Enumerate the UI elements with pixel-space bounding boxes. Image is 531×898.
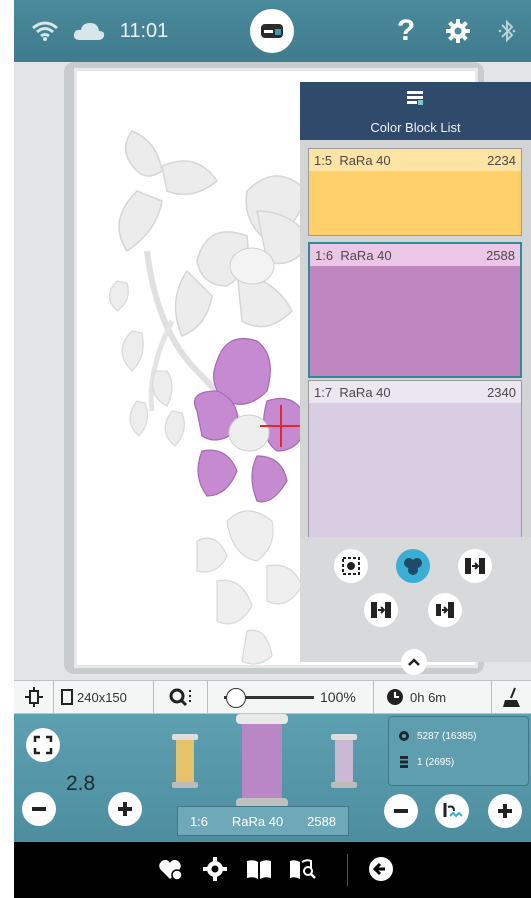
block-thread: RaRa 40 — [339, 152, 391, 168]
block-stitches: 2340 — [487, 384, 516, 400]
color-block-1-7[interactable]: 1:7 RaRa 40 2340 — [308, 380, 522, 538]
stitch-back-button[interactable] — [384, 794, 418, 828]
color-stack-icon — [400, 756, 408, 768]
color-count-row: 1 (2695) — [397, 755, 454, 769]
stitch-forward-button[interactable] — [488, 794, 522, 828]
panel-title: Color Block List — [370, 120, 461, 135]
settings-icon[interactable] — [198, 852, 232, 886]
info-bar: 240x150 100% 0h 6m — [14, 680, 531, 714]
zoom-slider[interactable]: 100% — [208, 681, 374, 713]
merge-icon[interactable] — [458, 549, 492, 583]
hoop-size-label: 240x150 — [77, 689, 127, 705]
collapse-panel-button[interactable] — [401, 649, 427, 675]
select-area-icon[interactable] — [334, 549, 368, 583]
previous-thread-spool[interactable] — [168, 734, 202, 790]
zoom-slider-handle[interactable] — [226, 688, 246, 708]
clock-icon — [387, 689, 403, 705]
stitch-total: 5287 (16385) — [417, 730, 477, 742]
nav-divider — [347, 854, 348, 886]
split-right-icon[interactable] — [428, 593, 462, 627]
block-label: 1:6 — [315, 247, 334, 263]
color-count: 1 (2695) — [417, 756, 455, 768]
color-blocks-icon[interactable] — [396, 549, 430, 583]
favorites-icon[interactable] — [154, 852, 188, 886]
color-block-header: 1:5 RaRa 40 2234 — [309, 149, 521, 171]
block-stitches: 2588 — [486, 247, 515, 263]
block-stitches: 2234 — [487, 152, 516, 168]
sew-time-label: 0h 6m — [410, 689, 447, 705]
broom-icon[interactable] — [492, 681, 531, 713]
zoom-in-button[interactable] — [108, 792, 142, 826]
stitch-count-box: 5287 (16385) 1 (2695) — [388, 716, 529, 786]
block-label: 1:7 — [314, 384, 333, 400]
zoom-out-button[interactable] — [22, 792, 56, 826]
color-block-1-5[interactable]: 1:5 RaRa 40 2234 — [308, 148, 522, 236]
color-block-list-header[interactable]: Color Block List — [300, 82, 531, 140]
zoom-percent-label: 100% — [320, 689, 356, 705]
color-block-header: 1:7 RaRa 40 2340 — [309, 381, 521, 403]
color-block-1-6[interactable]: 1:6 RaRa 40 2588 — [308, 242, 522, 378]
book-search-icon[interactable] — [286, 852, 320, 886]
help-icon[interactable]: ? — [389, 0, 423, 62]
wifi-icon[interactable] — [30, 0, 60, 62]
bottom-nav — [14, 842, 531, 898]
cloud-icon[interactable] — [71, 0, 107, 62]
book-icon[interactable] — [242, 852, 276, 886]
clock-time: 11:01 — [119, 19, 169, 42]
bluetooth-icon[interactable] — [492, 0, 522, 62]
gear-icon — [399, 731, 409, 741]
zoom-options-icon[interactable] — [154, 681, 208, 713]
hoop-position-icon[interactable] — [14, 681, 54, 713]
color-block-header: 1:6 RaRa 40 2588 — [310, 244, 520, 266]
machine-icon[interactable] — [250, 9, 294, 53]
hoop-icon — [61, 689, 73, 705]
zoom-value: 2.8 — [66, 772, 96, 795]
hoop-size[interactable]: 240x150 — [54, 681, 154, 713]
block-thread: RaRa 40 — [339, 384, 391, 400]
thread-name: RaRa 40 — [231, 813, 284, 829]
status-bar: 11:01 ? — [14, 0, 531, 62]
controls-area: 2.8 1:6 RaRa 40 2588 5287 (16385) 1 (269… — [14, 714, 531, 842]
thread-stitches: 2588 — [307, 813, 337, 829]
back-icon[interactable] — [364, 852, 398, 886]
sew-time: 0h 6m — [374, 681, 492, 713]
thread-label: 1:6 — [189, 813, 209, 829]
list-icon — [407, 91, 423, 105]
settings-icon[interactable] — [441, 0, 475, 62]
color-block-tools — [300, 537, 531, 675]
current-thread-spool[interactable] — [232, 714, 292, 810]
stitch-total-row: 5287 (16385) — [397, 729, 477, 743]
embroidery-app-screen: 11:01 ? Color Block List 1:5 RaRa 40 223… — [14, 0, 531, 898]
next-thread-spool[interactable] — [327, 734, 361, 790]
current-thread-info: 1:6 RaRa 40 2588 — [177, 806, 349, 836]
block-thread: RaRa 40 — [340, 247, 392, 263]
color-block-list-panel: Color Block List 1:5 RaRa 40 2234 1:6 Ra… — [300, 82, 531, 675]
block-label: 1:5 — [314, 152, 333, 168]
fit-to-screen-icon[interactable] — [26, 728, 60, 762]
stitch-step-icon[interactable] — [435, 794, 469, 828]
split-left-icon[interactable] — [364, 593, 398, 627]
